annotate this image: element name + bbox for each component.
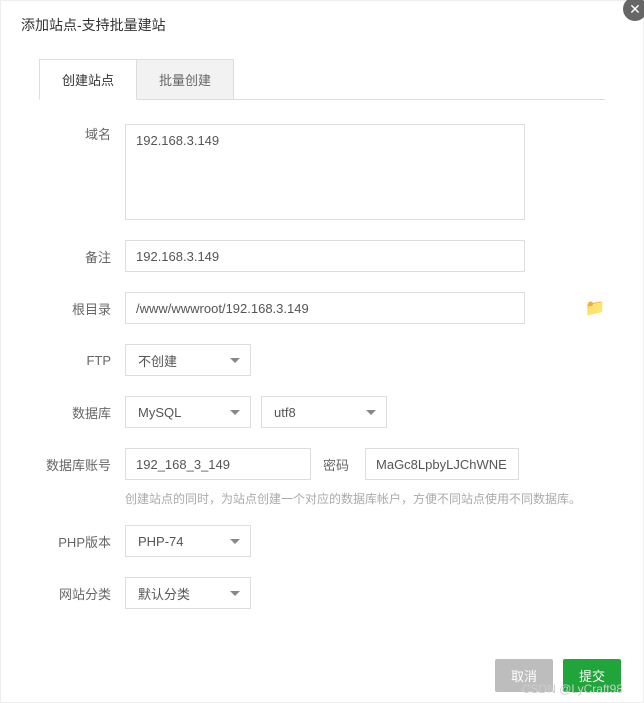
root-dir-input[interactable]: [125, 292, 525, 324]
db-password-input[interactable]: [365, 448, 519, 480]
tab-create-site[interactable]: 创建站点: [39, 59, 137, 100]
label-ftp: FTP: [39, 353, 125, 368]
tabs: 创建站点 批量创建: [39, 59, 605, 100]
folder-icon[interactable]: 📁: [585, 298, 605, 318]
add-site-modal: ✕ 添加站点-支持批量建站 创建站点 批量创建 域名 192.168.3.149…: [0, 0, 644, 703]
label-php: PHP版本: [39, 532, 125, 551]
modal-title: 添加站点-支持批量建站: [1, 1, 643, 49]
label-root: 根目录: [39, 299, 125, 318]
label-category: 网站分类: [39, 584, 125, 603]
label-db: 数据库: [39, 403, 125, 422]
db-hint: 创建站点的同时，为站点创建一个对应的数据库帐户，方便不同站点使用不同数据库。: [125, 490, 605, 507]
label-db-password: 密码: [323, 455, 349, 474]
db-account-input[interactable]: [125, 448, 311, 480]
cancel-button[interactable]: 取消: [495, 659, 553, 692]
category-select[interactable]: 默认分类: [125, 577, 251, 609]
tab-batch-create[interactable]: 批量创建: [137, 59, 234, 100]
label-domain: 域名: [39, 124, 125, 143]
label-db-account: 数据库账号: [39, 455, 125, 474]
remark-input[interactable]: [125, 240, 525, 272]
label-remark: 备注: [39, 247, 125, 266]
domain-input[interactable]: 192.168.3.149: [125, 124, 525, 220]
db-charset-select[interactable]: utf8: [261, 396, 387, 428]
submit-button[interactable]: 提交: [563, 659, 621, 692]
ftp-select[interactable]: 不创建: [125, 344, 251, 376]
php-version-select[interactable]: PHP-74: [125, 525, 251, 557]
db-type-select[interactable]: MySQL: [125, 396, 251, 428]
close-icon[interactable]: ✕: [623, 0, 644, 21]
